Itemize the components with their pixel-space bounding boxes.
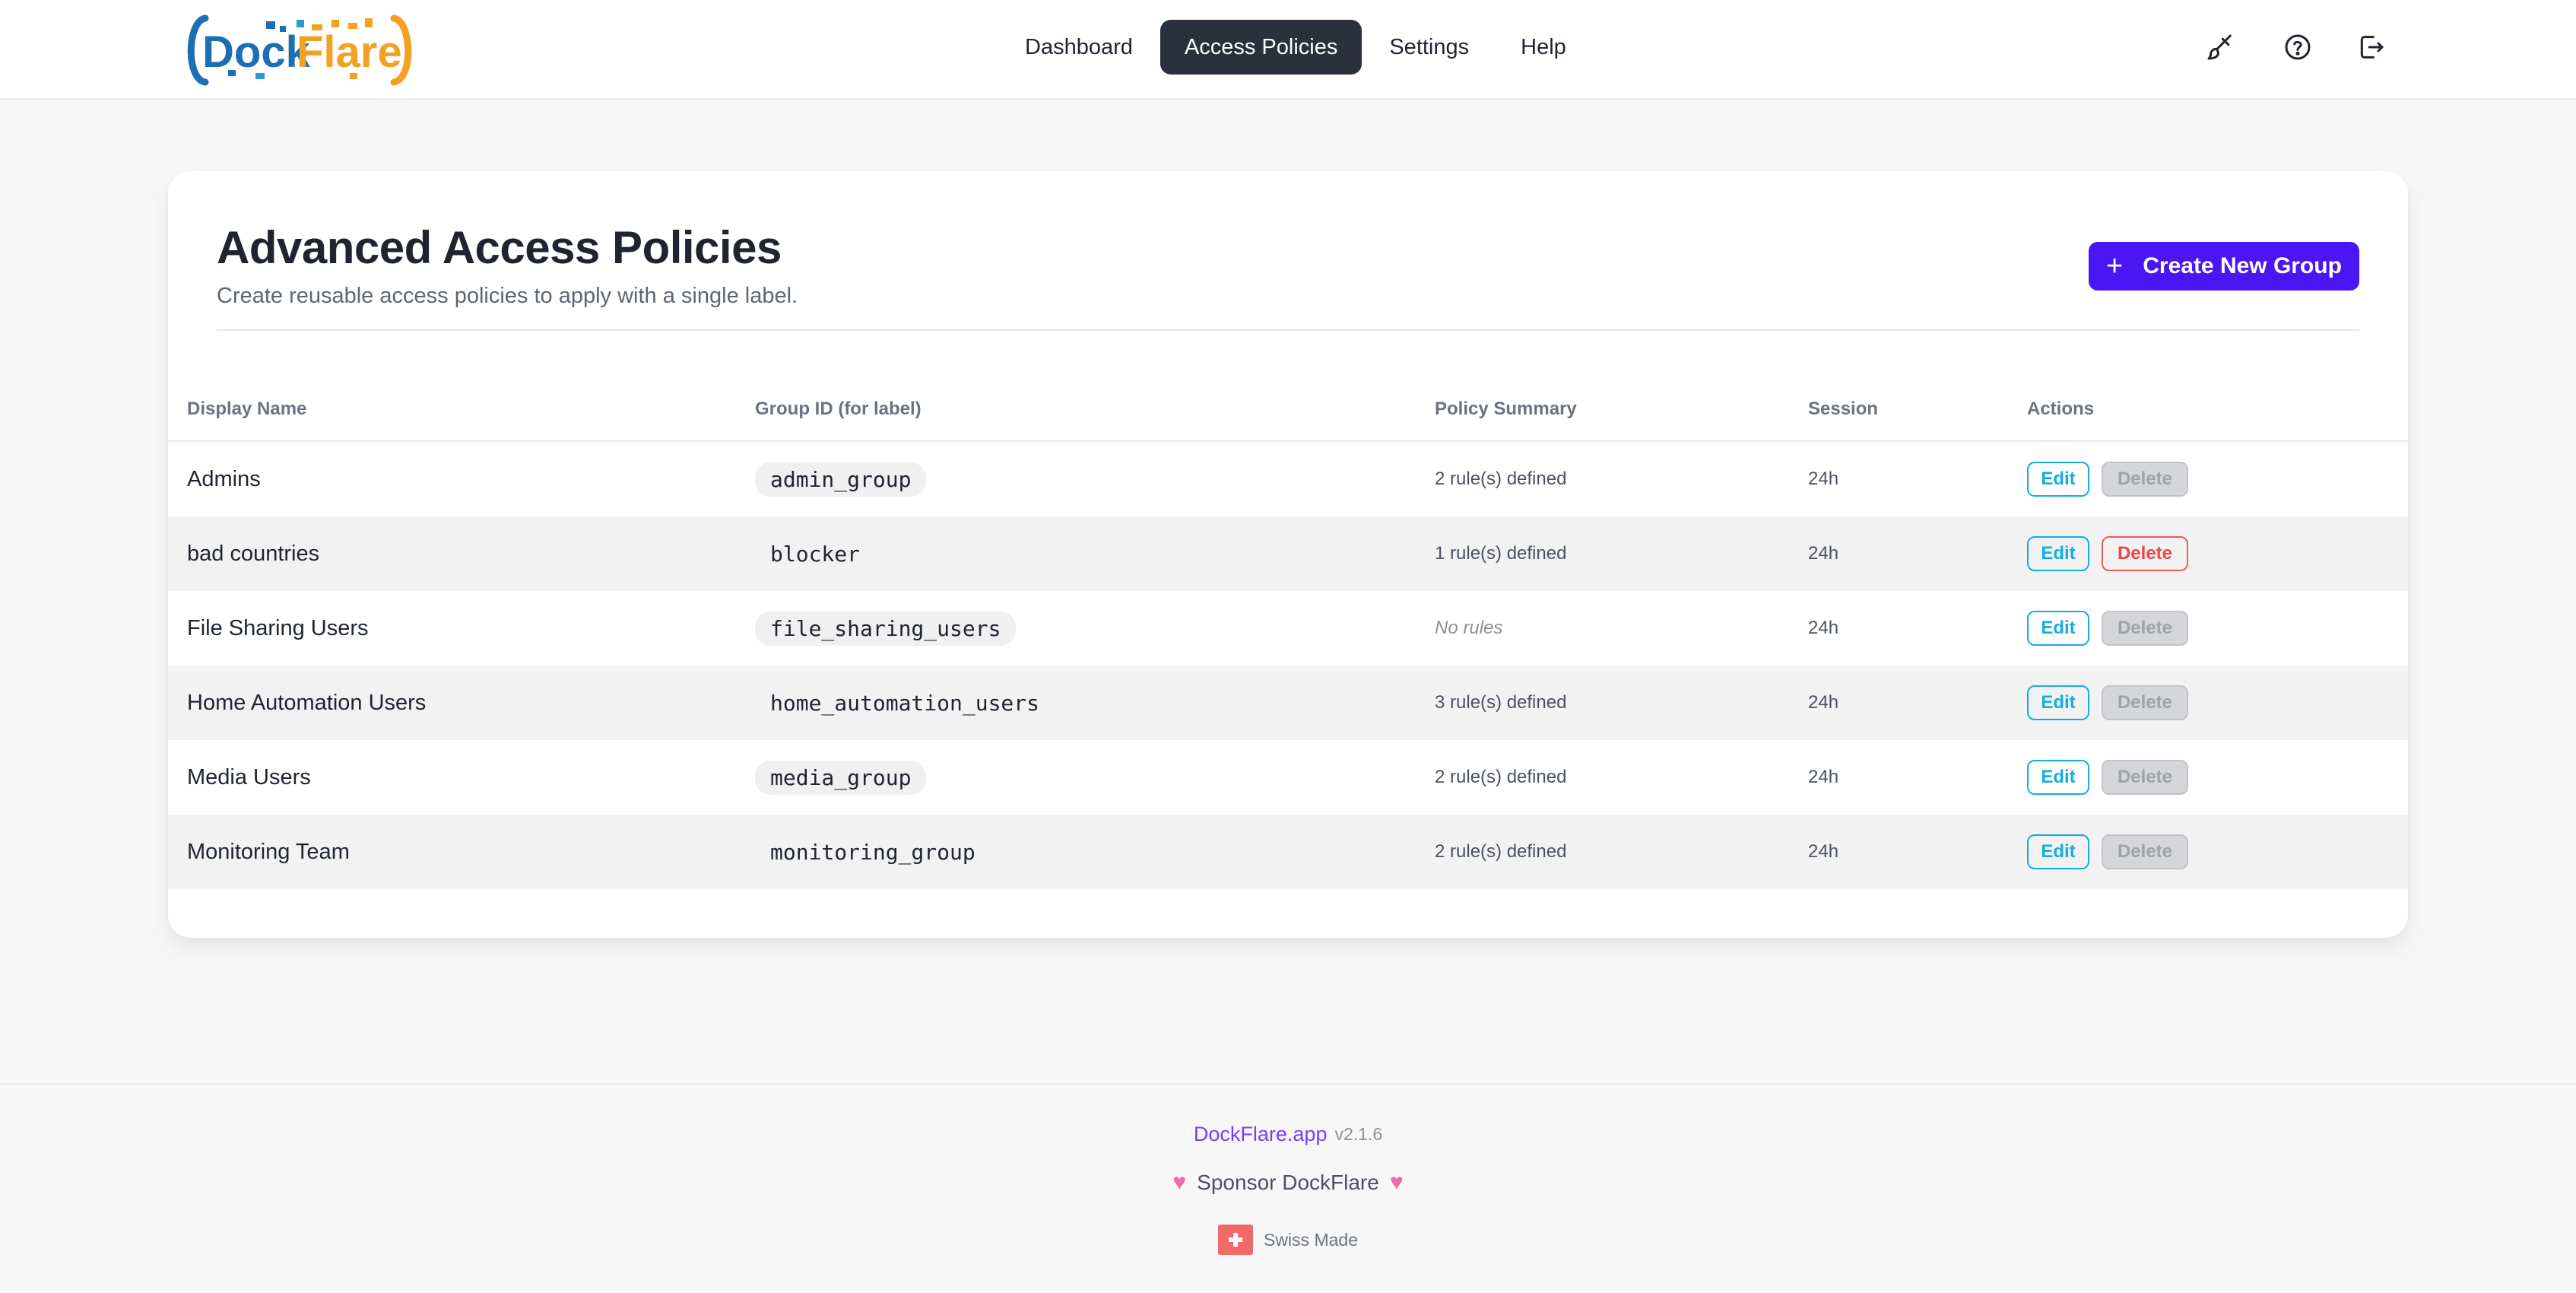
logout-icon[interactable] [2352,29,2389,65]
delete-button-disabled: Delete [2102,462,2188,497]
footer-version: v2.1.6 [1334,1124,1383,1144]
policy-groups-table: Display Name Group ID (for label) Policy… [168,376,2408,889]
row-session: 24h [1808,767,1839,787]
nav-access-policies[interactable]: Access Policies [1160,20,1363,75]
page-title: Advanced Access Policies [217,222,782,273]
row-actions: Edit Delete [2027,740,2188,815]
group-id-code: media_group [755,760,927,795]
col-display-name: Display Name [187,399,307,419]
top-navbar: Dock Flare Dashboard Access Policies Set… [0,0,2576,100]
table-row: File Sharing Users file_sharing_users No… [168,591,2408,666]
group-id-code: blocker [755,536,876,571]
swiss-made-label: Swiss Made [1264,1229,1358,1250]
create-new-group-label: Create New Group [2143,253,2342,278]
row-session: 24h [1808,543,1839,564]
row-actions: Edit Delete [2027,442,2188,516]
table-header: Display Name Group ID (for label) Policy… [168,376,2408,442]
sponsor-label: Sponsor DockFlare [1197,1171,1379,1194]
page-subtitle: Create reusable access policies to apply… [217,284,798,308]
edit-button[interactable]: Edit [2027,611,2089,646]
table-row: Monitoring Team monitoring_group 2 rule(… [168,815,2408,889]
delete-button[interactable]: Delete [2102,536,2188,571]
header-divider [217,329,2359,331]
footer: DockFlare.app v2.1.6 ♥ Sponsor DockFlare… [0,1083,2576,1293]
nav-settings[interactable]: Settings [1365,20,1493,75]
group-id-code: home_automation_users [755,685,1055,720]
col-session: Session [1808,399,1879,419]
col-actions: Actions [2027,399,2095,419]
row-session: 24h [1808,692,1839,713]
create-new-group-button[interactable]: + Create New Group [2089,242,2359,291]
row-group-id-cell: file_sharing_users [755,591,1017,666]
col-policy-summary: Policy Summary [1435,399,1577,419]
row-actions: Edit Delete [2027,516,2188,591]
edit-button[interactable]: Edit [2027,760,2089,795]
delete-button-disabled: Delete [2102,760,2188,795]
row-policy-summary: No rules [1435,618,1503,638]
row-group-id-cell: admin_group [755,442,927,516]
edit-button[interactable]: Edit [2027,834,2089,869]
plus-icon: + [2106,250,2124,282]
row-display-name: Admins [187,466,261,491]
delete-button-disabled: Delete [2102,685,2188,720]
table-row: Home Automation Users home_automation_us… [168,666,2408,740]
logo-text-dock: Dock [202,27,311,77]
delete-button-disabled: Delete [2102,834,2188,869]
row-display-name: Home Automation Users [187,690,427,715]
row-group-id-cell: media_group [755,740,927,815]
row-display-name: Media Users [187,764,311,789]
delete-button-disabled: Delete [2102,611,2188,646]
row-policy-summary: 2 rule(s) defined [1435,469,1567,489]
row-actions: Edit Delete [2027,666,2188,740]
group-id-code: monitoring_group [755,834,991,869]
dockflare-logo[interactable]: Dock Flare [182,11,418,90]
row-display-name: File Sharing Users [187,615,369,640]
table-row: bad countries blocker 1 rule(s) defined … [168,516,2408,591]
group-id-code: admin_group [755,462,927,497]
brush-icon[interactable] [2202,29,2238,65]
table-row: Admins admin_group 2 rule(s) defined 24h… [168,442,2408,516]
row-display-name: Monitoring Team [187,839,350,864]
row-session: 24h [1808,469,1839,489]
edit-button[interactable]: Edit [2027,536,2089,571]
nav-help[interactable]: Help [1496,20,1591,75]
swiss-made-badge: Swiss Made [0,1225,2576,1255]
row-policy-summary: 1 rule(s) defined [1435,543,1567,564]
row-policy-summary: 2 rule(s) defined [1435,767,1567,787]
row-display-name: bad countries [187,541,320,566]
logo-text-flare: Flare [297,27,402,77]
row-group-id-cell: home_automation_users [755,666,1055,740]
table-row: Media Users media_group 2 rule(s) define… [168,740,2408,815]
row-group-id-cell: blocker [755,516,876,591]
row-session: 24h [1808,618,1839,638]
row-actions: Edit Delete [2027,591,2188,666]
edit-button[interactable]: Edit [2027,685,2089,720]
col-group-id: Group ID (for label) [755,399,922,419]
row-actions: Edit Delete [2027,815,2188,889]
sponsor-link[interactable]: ♥ Sponsor DockFlare ♥ [0,1170,2576,1196]
footer-brand-link[interactable]: DockFlare.app [1194,1123,1328,1146]
heart-icon: ♥ [1172,1170,1187,1195]
help-circle-icon[interactable] [2279,29,2316,65]
row-group-id-cell: monitoring_group [755,815,991,889]
swiss-flag-icon [1218,1225,1253,1255]
row-policy-summary: 2 rule(s) defined [1435,841,1567,862]
access-policies-card: Advanced Access Policies Create reusable… [168,171,2408,938]
nav-dashboard[interactable]: Dashboard [1001,20,1157,75]
edit-button[interactable]: Edit [2027,462,2089,497]
row-policy-summary: 3 rule(s) defined [1435,692,1567,713]
main-nav: Dashboard Access Policies Settings Help [1001,20,1591,75]
row-session: 24h [1808,841,1839,862]
group-id-code: file_sharing_users [755,611,1017,646]
footer-brand-line: DockFlare.app v2.1.6 [0,1123,2576,1146]
heart-icon: ♥ [1389,1170,1404,1195]
